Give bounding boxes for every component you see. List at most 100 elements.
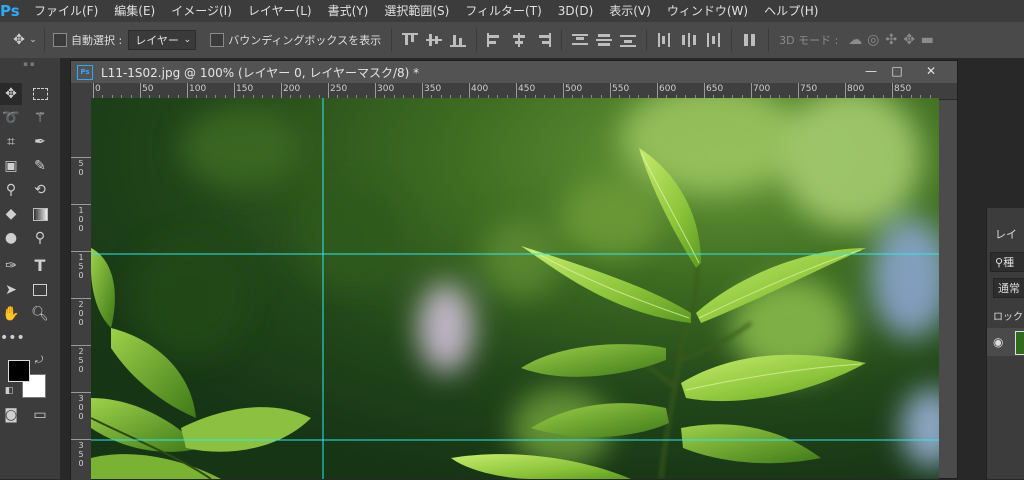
layers-tab[interactable]: レイ bbox=[987, 226, 1024, 242]
auto-align-icon[interactable] bbox=[742, 33, 758, 47]
vruler-tick-label: 150 bbox=[78, 253, 84, 280]
slide-3d-icon[interactable]: ✥ bbox=[900, 32, 918, 48]
auto-select-dropdown[interactable]: レイヤー ⌄ bbox=[128, 30, 197, 50]
move-tool-preset-icon[interactable]: ✥ bbox=[10, 32, 28, 48]
hruler-tick bbox=[516, 83, 517, 99]
separator bbox=[391, 29, 393, 51]
menu-file[interactable]: ファイル(F) bbox=[26, 0, 106, 22]
hruler-tick-label: 600 bbox=[659, 84, 677, 94]
eyedropper-tool-icon[interactable]: ✒ bbox=[29, 131, 51, 153]
default-colors-icon[interactable]: ◧ bbox=[2, 384, 16, 398]
vruler-tick-label: 50 bbox=[78, 159, 84, 177]
hruler-tick-label: 800 bbox=[847, 84, 865, 94]
align-left-icon[interactable] bbox=[487, 33, 503, 47]
hruler-tick bbox=[375, 83, 376, 99]
menu-help[interactable]: ヘルプ(H) bbox=[756, 0, 826, 22]
align-hcenter-icon[interactable] bbox=[511, 33, 527, 47]
menu-type[interactable]: 書式(Y) bbox=[320, 0, 377, 22]
hruler-tick bbox=[328, 83, 329, 99]
gradient-tool-icon[interactable] bbox=[29, 203, 51, 225]
distribute-hcenter-icon[interactable] bbox=[681, 33, 697, 47]
maximize-button[interactable]: □ bbox=[884, 61, 910, 81]
hruler-tick-label: 750 bbox=[800, 84, 818, 94]
hruler-tick-label: 400 bbox=[471, 84, 489, 94]
3d-mode-label: 3D モード : bbox=[779, 34, 839, 47]
zoom-tool-icon[interactable]: 🔍︎ bbox=[29, 303, 51, 325]
image-canvas[interactable] bbox=[91, 98, 939, 479]
hruler-tick-label: 200 bbox=[283, 84, 301, 94]
align-right-icon[interactable] bbox=[535, 33, 552, 47]
distribute-vcenter-icon[interactable] bbox=[596, 33, 613, 47]
menu-3d[interactable]: 3D(D) bbox=[550, 0, 601, 22]
eraser-tool-icon[interactable]: ◆ bbox=[0, 203, 22, 225]
chevron-down-icon[interactable]: ⌄ bbox=[28, 35, 38, 45]
quick-mask-icon[interactable]: ◙ bbox=[0, 404, 22, 426]
pen-tool-icon[interactable]: ✑ bbox=[0, 255, 22, 277]
clone-stamp-tool-icon[interactable]: ⚲ bbox=[0, 179, 22, 201]
layer-filter-search[interactable]: ⚲種 bbox=[990, 252, 1024, 272]
hruler-tick bbox=[563, 83, 564, 99]
distribute-right-icon[interactable] bbox=[705, 33, 721, 47]
auto-select-checkbox[interactable] bbox=[53, 33, 67, 47]
menu-image[interactable]: イメージ(I) bbox=[163, 0, 240, 22]
path-selection-tool-icon[interactable]: ➤ bbox=[0, 279, 22, 301]
document-title: L11-1S02.jpg @ 100% (レイヤー 0, レイヤーマスク/8) … bbox=[101, 65, 420, 80]
minimize-button[interactable]: — bbox=[858, 61, 884, 81]
menu-filter[interactable]: フィルター(T) bbox=[457, 0, 549, 22]
distribute-bottom-icon[interactable] bbox=[620, 33, 637, 47]
layer-row[interactable]: ◉ bbox=[987, 328, 1024, 356]
lock-label: ロック : bbox=[993, 312, 1024, 323]
more-tools-icon[interactable]: ••• bbox=[0, 327, 25, 349]
distribute-top-icon[interactable] bbox=[572, 33, 589, 47]
vruler-tick bbox=[71, 392, 91, 393]
scale-3d-icon[interactable]: ▬ bbox=[918, 32, 936, 48]
move-tool-icon[interactable]: ✥ bbox=[0, 83, 22, 105]
auto-select-value: レイヤー bbox=[135, 34, 179, 47]
hand-tool-icon[interactable]: ✋ bbox=[0, 303, 22, 325]
drag-3d-icon[interactable]: ✣ bbox=[882, 32, 900, 48]
menu-view[interactable]: 表示(V) bbox=[601, 0, 659, 22]
brush-tool-icon[interactable]: ✎ bbox=[29, 155, 51, 177]
blend-mode-dropdown[interactable]: 通常 bbox=[993, 278, 1024, 298]
rectangle-tool-icon[interactable] bbox=[29, 279, 51, 301]
align-bottom-icon[interactable] bbox=[450, 33, 467, 47]
blur-tool-icon[interactable]: ● bbox=[0, 227, 22, 249]
close-button[interactable]: ✕ bbox=[918, 61, 944, 81]
magic-wand-tool-icon[interactable]: ⚚ bbox=[29, 107, 51, 129]
ruler-origin[interactable] bbox=[71, 83, 91, 99]
vertical-ruler[interactable]: 50 100 150 200 250 300 350 bbox=[71, 99, 92, 480]
document-titlebar[interactable]: Ps L11-1S02.jpg @ 100% (レイヤー 0, レイヤーマスク/… bbox=[71, 61, 957, 83]
align-vcenter-icon[interactable] bbox=[426, 33, 443, 47]
screen-mode-icon[interactable]: ▭ bbox=[29, 404, 51, 426]
menu-bar: Ps ファイル(F) 編集(E) イメージ(I) レイヤー(L) 書式(Y) 選… bbox=[0, 0, 1024, 22]
roll-3d-icon[interactable]: ◎ bbox=[864, 32, 882, 48]
eye-visibility-icon[interactable]: ◉ bbox=[993, 335, 1003, 349]
show-bbox-checkbox[interactable] bbox=[210, 33, 225, 47]
menu-window[interactable]: ウィンドウ(W) bbox=[659, 0, 756, 22]
align-top-icon[interactable] bbox=[402, 33, 419, 47]
hruler-tick-label: 150 bbox=[236, 84, 254, 94]
hruler-tick-label: 550 bbox=[612, 84, 630, 94]
hruler-tick bbox=[187, 83, 188, 99]
distribute-left-icon[interactable] bbox=[657, 33, 673, 47]
layer-thumbnail bbox=[1015, 331, 1024, 355]
document-ps-badge: Ps bbox=[77, 64, 93, 80]
menu-select[interactable]: 選択範囲(S) bbox=[376, 0, 457, 22]
menu-edit[interactable]: 編集(E) bbox=[106, 0, 163, 22]
healing-brush-tool-icon[interactable]: ▣ bbox=[0, 155, 22, 177]
crop-tool-icon[interactable]: ⌗ bbox=[0, 131, 22, 153]
dodge-tool-icon[interactable]: ⚲ bbox=[29, 227, 51, 249]
type-tool-icon[interactable]: T bbox=[29, 255, 51, 277]
hruler-tick-label: 850 bbox=[894, 84, 912, 94]
hruler-tick-label: 0 bbox=[95, 84, 101, 94]
history-brush-tool-icon[interactable]: ⟲ bbox=[29, 179, 51, 201]
hruler-tick bbox=[892, 83, 893, 99]
lasso-tool-icon[interactable]: ➰ bbox=[0, 107, 22, 129]
swap-colors-icon[interactable]: ⤾ bbox=[32, 354, 46, 368]
hruler-tick bbox=[751, 83, 752, 99]
menu-layer[interactable]: レイヤー(L) bbox=[240, 0, 320, 22]
marquee-tool-icon[interactable] bbox=[29, 83, 51, 105]
panel-grip: ▪▪ bbox=[23, 60, 37, 68]
orbit-3d-icon[interactable]: ☁ bbox=[846, 32, 864, 48]
foreground-color-swatch[interactable] bbox=[8, 360, 30, 382]
